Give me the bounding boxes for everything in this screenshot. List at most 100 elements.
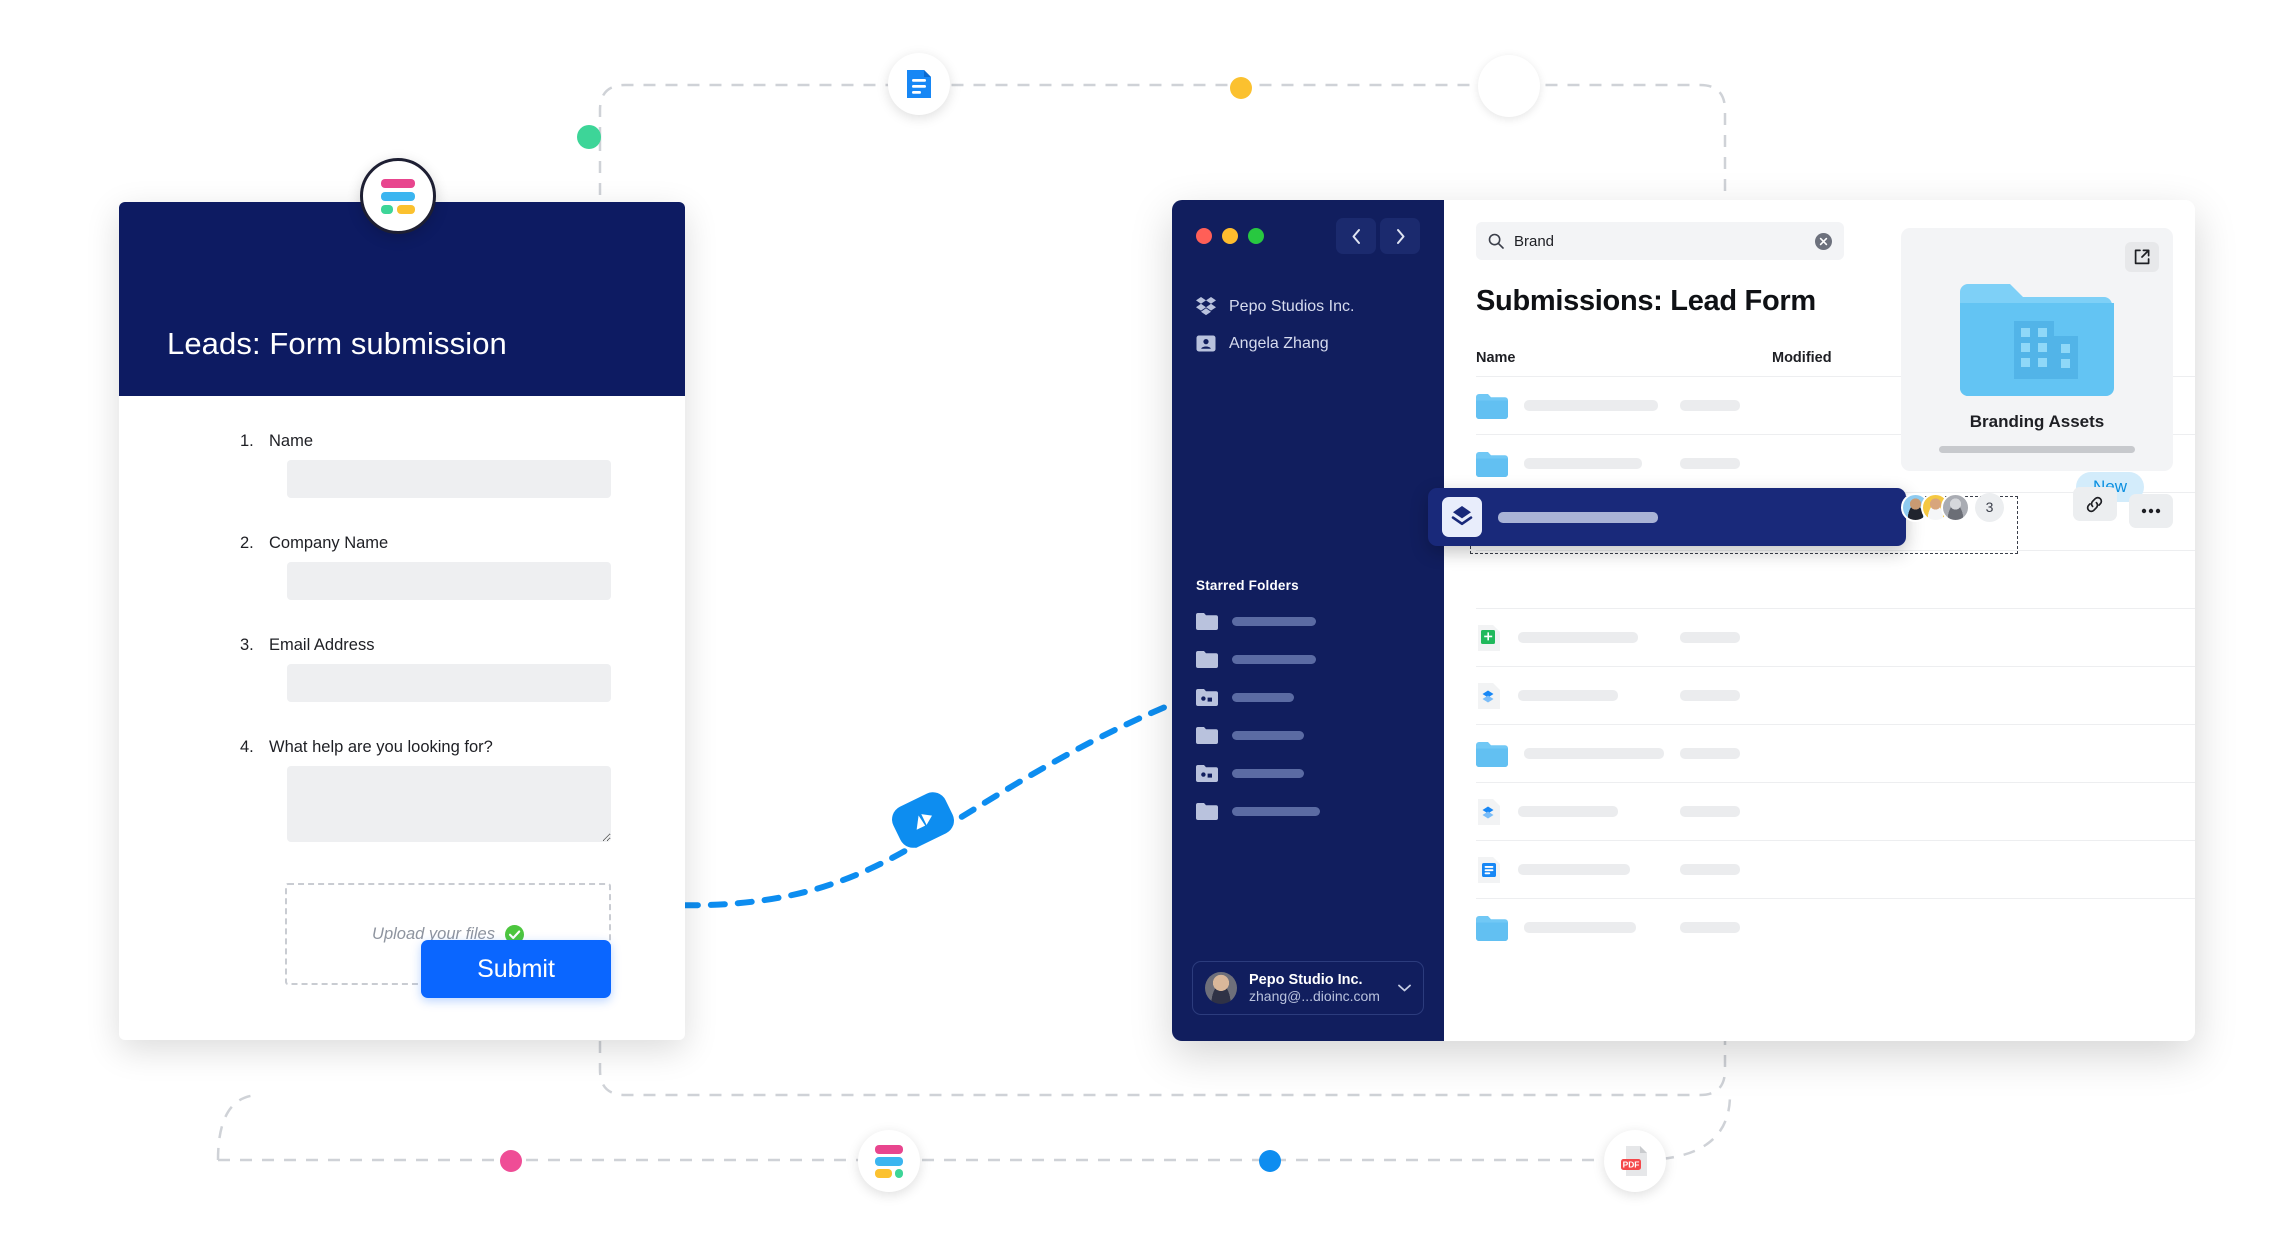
file-name (1524, 748, 1664, 759)
collaborator-avatars[interactable]: 3 (1901, 492, 2004, 522)
sidebar-folder-item[interactable] (1196, 650, 1316, 668)
forms-logo-icon (360, 158, 436, 234)
file-modified (1680, 690, 1740, 701)
form-title: Leads: Form submission (167, 326, 507, 361)
sidebar-item-user[interactable]: Angela Zhang (1196, 334, 1329, 353)
sidebar-folder-item[interactable] (1196, 612, 1316, 630)
window-close-button[interactable] (1196, 228, 1212, 244)
help-request-textarea[interactable] (287, 766, 611, 842)
field-label-text: Company Name (269, 534, 389, 552)
file-browser-window: Pepo Studios Inc. Angela Zhang Starred F… (1172, 200, 2195, 1041)
clear-circle-icon[interactable] (1815, 232, 1832, 250)
field-label-text: What help are you looking for? (269, 738, 493, 756)
link-icon (2086, 496, 2103, 512)
sidebar-folder-name (1232, 692, 1294, 702)
search-input-value[interactable]: Brand (1514, 233, 1805, 250)
dragged-file-chip[interactable] (1428, 488, 1906, 546)
more-horizontal-icon (2141, 508, 2161, 513)
file-name (1518, 632, 1638, 643)
preview-actions (2065, 487, 2173, 528)
preview-panel: Branding Assets 3 (1901, 228, 2173, 528)
shared-folder-icon (1196, 689, 1218, 706)
search-icon (1488, 233, 1504, 249)
folder-icon (1196, 613, 1218, 630)
starred-folders-heading: Starred Folders (1196, 578, 1299, 593)
folder-icon (1196, 651, 1218, 668)
preview-footer: 3 (1901, 487, 2173, 528)
yellow-dot (1230, 77, 1252, 99)
chevron-left-icon (1352, 228, 1360, 244)
sidebar-folder-name (1232, 616, 1316, 626)
account-switcher[interactable]: Pepo Studio Inc. zhang@...dioinc.com (1192, 961, 1424, 1015)
submit-button[interactable]: Submit (421, 940, 611, 998)
table-row[interactable] (1476, 550, 2195, 608)
sidebar-folder-name (1232, 768, 1304, 778)
sidebar-folder-item[interactable] (1196, 802, 1320, 820)
file-modified (1680, 458, 1740, 469)
open-external-button[interactable] (2125, 242, 2159, 272)
table-row[interactable] (1476, 840, 2195, 898)
form-field: 1. Name (240, 432, 611, 524)
dropbox-logo-icon (1196, 297, 1216, 316)
file-name (1518, 864, 1630, 875)
external-link-icon (2134, 249, 2150, 265)
sidebar-folder-name (1232, 806, 1320, 816)
table-row[interactable] (1476, 608, 2195, 666)
avatar (1205, 972, 1237, 1004)
column-header-modified: Modified (1772, 350, 1832, 366)
window-maximize-button[interactable] (1248, 228, 1264, 244)
form-field: 4. What help are you looking for? (240, 738, 611, 873)
table-row[interactable] (1476, 666, 2195, 724)
field-label-text: Email Address (269, 636, 375, 654)
team-folder-icon (1960, 284, 2114, 396)
layers-icon (1442, 497, 1482, 537)
sidebar-item-team[interactable]: Pepo Studios Inc. (1196, 297, 1354, 316)
folder-icon (1196, 727, 1218, 744)
spreadsheet-icon (1478, 624, 1500, 651)
file-modified (1680, 632, 1740, 643)
folder-icon (1476, 393, 1508, 419)
account-name: Pepo Studio Inc. (1249, 972, 1363, 988)
sidebar-folder-item[interactable] (1196, 764, 1304, 782)
more-options-button[interactable] (2129, 493, 2173, 528)
nav-forward-button[interactable] (1380, 218, 1420, 254)
page-title: Submissions: Lead Form (1476, 285, 1816, 317)
nav-back-button[interactable] (1336, 218, 1376, 254)
sidebar-folder-item[interactable] (1196, 726, 1304, 744)
sidebar-team-label: Pepo Studios Inc. (1229, 297, 1355, 315)
lead-form-card: Leads: Form submission 1. Name 2. Compan… (119, 202, 685, 1040)
field-label: 1. Name (240, 432, 611, 451)
chevron-right-icon (1396, 228, 1404, 244)
field-label: 2. Company Name (240, 534, 611, 553)
window-minimize-button[interactable] (1222, 228, 1238, 244)
field-number: 4. (240, 738, 254, 756)
pdf-icon-node: PDF (1604, 1130, 1666, 1192)
file-name (1524, 400, 1658, 411)
user-folder-icon (1196, 335, 1216, 352)
preview-file-name: Branding Assets (1969, 412, 2105, 431)
dragged-file-name (1498, 511, 1658, 523)
folder-icon (1476, 741, 1508, 767)
empty-circle-node (1478, 55, 1540, 117)
table-row[interactable] (1476, 782, 2195, 840)
folder-icon (1476, 451, 1508, 477)
name-input[interactable] (287, 460, 611, 498)
email-address-input[interactable] (287, 664, 611, 702)
sidebar-folder-name (1232, 730, 1304, 740)
file-name (1524, 458, 1642, 469)
send-glyph-icon (916, 814, 932, 830)
file-name (1518, 806, 1618, 817)
table-row[interactable] (1476, 724, 2195, 782)
sidebar-folder-item[interactable] (1196, 688, 1294, 706)
file-name (1518, 690, 1618, 701)
copy-link-button[interactable] (2072, 487, 2117, 521)
document-icon-node (888, 53, 950, 115)
file-modified (1680, 864, 1740, 875)
folder-icon (1196, 803, 1218, 820)
file-modified (1680, 806, 1740, 817)
search-bar[interactable]: Brand (1476, 222, 1844, 260)
field-number: 3. (240, 636, 254, 654)
document-icon (907, 70, 931, 98)
company-name-input[interactable] (287, 562, 611, 600)
table-row[interactable] (1476, 898, 2195, 956)
